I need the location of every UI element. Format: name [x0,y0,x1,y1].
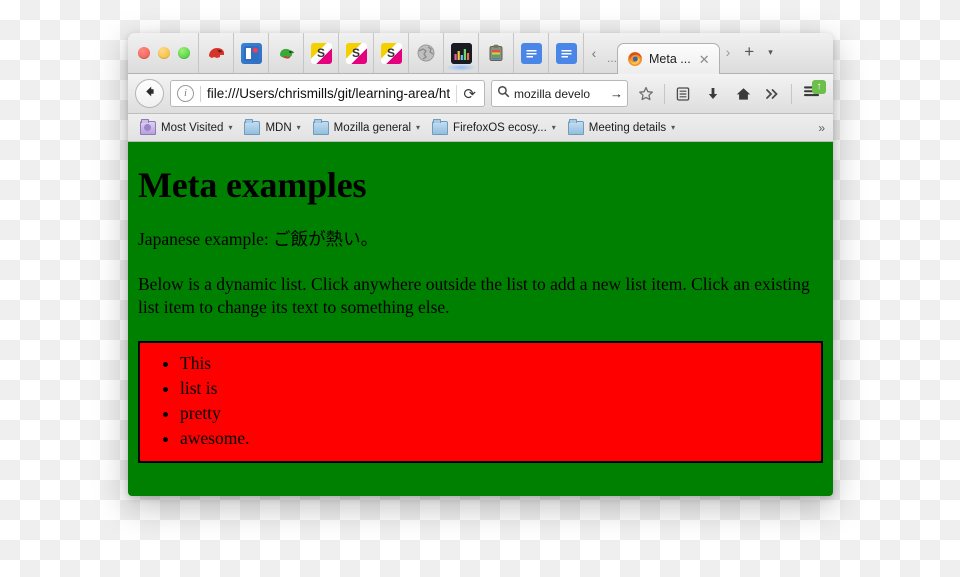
slack-icon-3[interactable] [373,33,408,73]
window-controls [128,47,198,59]
folder-icon [312,118,329,135]
tab-title: Meta ... [649,52,691,66]
dragon-glyph [276,43,297,64]
search-go-icon[interactable]: → [610,86,623,101]
app-menu-button[interactable]: ↑ [798,80,826,107]
downloads-icon[interactable] [701,80,725,107]
reader-list-icon[interactable] [671,80,695,107]
dinosaur-glyph [206,43,227,64]
update-badge-icon: ↑ [812,80,826,94]
back-arrow-icon [142,84,157,104]
clipboard-icon[interactable] [478,33,513,73]
slack-glyph-1 [310,42,332,64]
search-bar[interactable]: mozilla develo → [491,80,628,107]
chevron-down-icon[interactable]: ▾ [762,47,779,58]
reload-icon[interactable]: ⟳ [456,84,481,103]
document-glyph-1 [520,42,542,64]
overflow-chevrons-icon[interactable] [761,80,785,107]
chevron-down-icon[interactable]: ▾ [416,123,420,132]
toolbar-divider [664,83,665,104]
clipboard-glyph [486,43,507,64]
chart-app-icon[interactable] [443,33,478,73]
chart-glyph [450,42,472,64]
folder-icon [140,118,156,135]
pinned-app-strip: ‹ ... [198,33,619,73]
page-content: Meta examples Japanese example: ご飯が熱い。 B… [128,142,833,496]
folder-icon [432,118,449,135]
dragon-icon[interactable] [268,33,303,73]
slack-icon-1[interactable] [303,33,338,73]
back-button[interactable] [135,79,164,108]
search-input[interactable]: mozilla develo [514,87,606,101]
maximize-window-button[interactable] [178,47,190,59]
bookmark-most-visited[interactable]: Most Visited ▾ [135,118,237,137]
url-divider [200,85,201,102]
tab-strip: Meta ... ✕ › + ▾ [617,33,779,74]
bookmarks-overflow-icon[interactable]: » [818,121,829,135]
document-icon-2[interactable] [548,33,583,73]
document-icon-1[interactable] [513,33,548,73]
browser-tab-meta[interactable]: Meta ... ✕ [617,43,720,74]
site-identity-info-icon[interactable]: i [177,85,194,102]
notes-glyph [240,42,262,64]
bookmark-label: Mozilla general [333,121,412,134]
dynamic-list: This list is pretty awesome. [150,351,811,450]
browser-window: ‹ ... Meta ... ✕ › + ▾ [128,33,833,496]
bookmark-label: Most Visited [161,121,224,134]
close-window-button[interactable] [138,47,150,59]
chevron-down-icon[interactable]: ▾ [297,123,301,132]
japanese-example-paragraph: Japanese example: ご飯が熱い。 [138,229,379,249]
bookmarks-toolbar: Most Visited ▾ MDN ▾ Mozilla general ▾ F… [128,114,833,142]
appstrip-collapse-chevron-icon[interactable]: ‹ [583,33,604,73]
list-item[interactable]: pretty [180,401,811,426]
list-item[interactable]: awesome. [180,426,811,451]
slack-icon-2[interactable] [338,33,373,73]
tab-scroll-forward-icon[interactable]: › [720,44,737,60]
new-tab-button[interactable]: + [736,42,762,62]
url-input[interactable]: file:///Users/chrismills/git/learning-ar… [207,86,450,101]
list-item[interactable]: list is [180,376,811,401]
page-title: Meta examples [138,165,367,205]
globe-icon[interactable] [408,33,443,73]
instructions-paragraph: Below is a dynamic list. Click anywhere … [138,274,810,318]
firefox-logo-icon [627,51,643,67]
folder-icon [244,118,261,135]
bookmark-mdn[interactable]: MDN ▾ [239,118,305,137]
chevron-down-icon[interactable]: ▾ [552,123,556,132]
bookmark-meeting-details[interactable]: Meeting details ▾ [563,118,680,137]
list-item[interactable]: This [180,351,811,376]
address-bar[interactable]: i file:///Users/chrismills/git/learning-… [170,80,485,107]
home-icon[interactable] [731,80,755,107]
notes-app-icon[interactable] [233,33,268,73]
close-icon[interactable]: ✕ [697,53,710,66]
bookmark-firefoxos-ecosystem[interactable]: FirefoxOS ecosy... ▾ [427,118,561,137]
chevron-down-icon[interactable]: ▾ [228,123,232,132]
titlebar: ‹ ... Meta ... ✕ › + ▾ [128,33,833,74]
bookmark-label: Meeting details [588,121,667,134]
bookmark-label: FirefoxOS ecosy... [453,121,547,134]
minimize-window-button[interactable] [158,47,170,59]
chevron-down-icon[interactable]: ▾ [671,123,675,132]
dynamic-list-box[interactable]: This list is pretty awesome. [138,341,823,463]
toolbar-divider-2 [791,83,792,104]
folder-icon [567,118,584,135]
document-glyph-2 [555,42,577,64]
globe-glyph [416,43,437,64]
dinosaur-icon[interactable] [198,33,233,73]
navigation-toolbar: i file:///Users/chrismills/git/learning-… [128,74,833,114]
slack-glyph-2 [345,42,367,64]
bookmark-mozilla-general[interactable]: Mozilla general ▾ [308,118,425,137]
bookmark-star-icon[interactable] [634,80,658,107]
slack-glyph-3 [380,42,402,64]
search-icon [497,85,510,103]
bookmark-label: MDN [265,121,292,134]
